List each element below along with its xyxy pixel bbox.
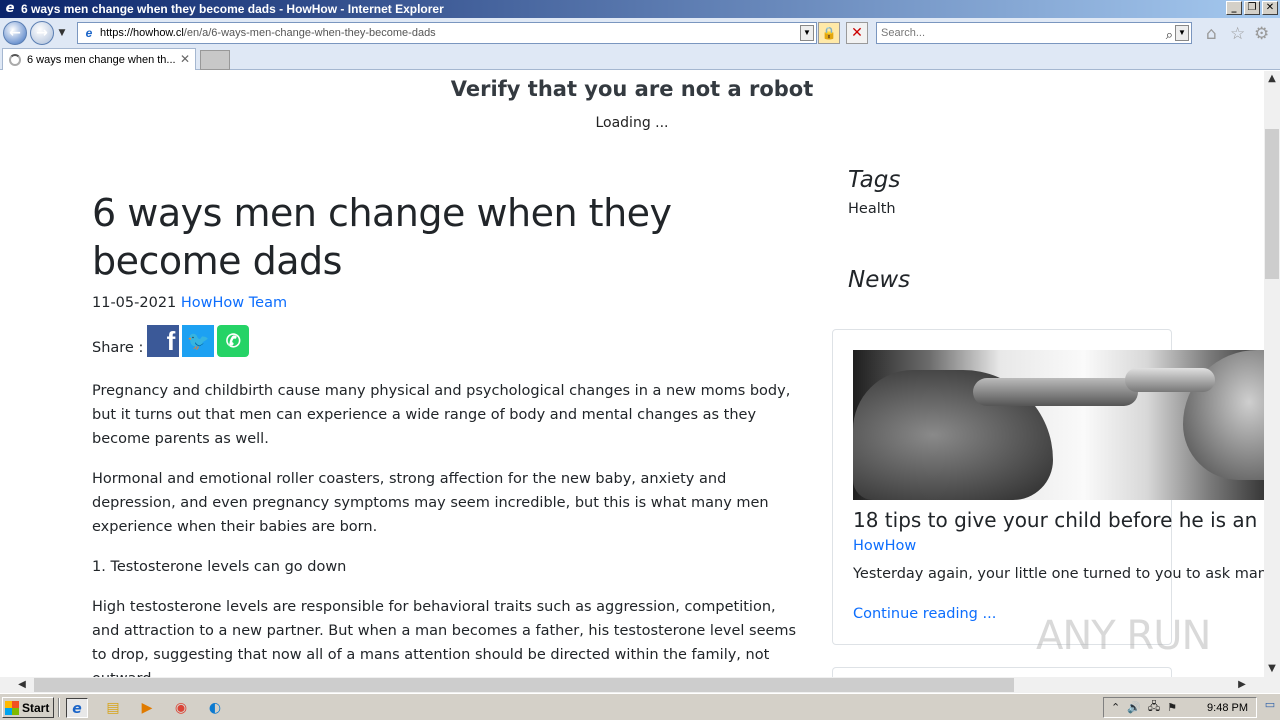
window-title: 6 ways men change when they become dads … [21, 2, 444, 16]
file-explorer-icon[interactable]: ▤ [102, 698, 124, 718]
gear-icon[interactable]: ⚙ [1254, 24, 1269, 44]
volume-icon[interactable]: 🔊 [1127, 701, 1141, 714]
taskbar-separator [58, 698, 60, 717]
article-subheading: 1. Testosterone levels can go down [92, 559, 347, 575]
article-meta: 11-05-2021 HowHow Team [92, 295, 804, 311]
stop-icon[interactable]: ✕ [846, 22, 868, 44]
finger-image-right [1125, 368, 1215, 392]
continue-reading-link[interactable]: Continue reading ... [853, 606, 996, 622]
arrow-left-icon: ← [9, 25, 21, 41]
news-card-next [832, 667, 1172, 677]
horizontal-scroll-thumb[interactable] [34, 678, 1014, 692]
tab-close-icon[interactable]: ✕ [180, 52, 190, 66]
share-label: Share : [92, 340, 144, 356]
restore-button[interactable]: ❐ [1244, 1, 1260, 15]
history-dropdown-icon[interactable]: ▼ [56, 28, 68, 38]
start-button[interactable]: Start [2, 697, 54, 718]
close-button[interactable]: ✕ [1262, 1, 1278, 15]
tray-expand-icon[interactable]: ⌃ [1111, 701, 1120, 714]
scrollbar-corner [1264, 677, 1280, 693]
url-path: /en/a/6-ways-men-change-when-they-become… [183, 27, 436, 39]
facebook-share-icon[interactable]: f [147, 325, 180, 357]
network-icon[interactable]: 🖧 [1148, 698, 1160, 717]
tab-label: 6 ways men change when th... [27, 53, 176, 66]
edge-icon[interactable]: ◐ [204, 698, 226, 718]
anyrun-watermark: ANY RUN [1036, 613, 1211, 659]
news-card-excerpt: Yesterday again, your little one turned … [853, 566, 1264, 582]
tab-active[interactable]: 6 ways men change when th... ✕ [2, 48, 196, 70]
news-card: 18 tips to give your child before he is … [832, 329, 1264, 645]
search-input[interactable]: Search... ⌕ ▼ [876, 22, 1192, 44]
tags-heading: Tags [848, 167, 901, 193]
new-tab-button[interactable] [200, 50, 230, 70]
horizontal-scrollbar[interactable]: ◀ ▶ [0, 677, 1264, 693]
search-dropdown-icon[interactable]: ▼ [1175, 25, 1189, 41]
news-card-author[interactable]: HowHow [853, 538, 916, 554]
article-date: 11-05-2021 [92, 295, 177, 311]
lock-icon[interactable]: 🔒 [818, 22, 840, 44]
vertical-scrollbar[interactable]: ▲ ▼ [1264, 71, 1280, 677]
article-paragraph: Hormonal and emotional roller coasters, … [92, 471, 769, 535]
page-viewport: Verify that you are not a robot Loading … [0, 71, 1264, 677]
twitter-share-icon[interactable]: 🐦 [182, 325, 215, 357]
scroll-up-icon[interactable]: ▲ [1264, 71, 1280, 87]
page-favicon-icon: e [85, 26, 93, 40]
address-dropdown-icon[interactable]: ▼ [800, 25, 814, 41]
search-placeholder: Search... [881, 27, 926, 39]
action-center-flag-icon[interactable]: ⚑ [1167, 701, 1177, 714]
news-card-title[interactable]: 18 tips to give your child before he is … [853, 508, 1264, 532]
share-bar: Share : f 🐦 ✆ [92, 325, 804, 357]
url-host: https://howhow.cl [100, 27, 184, 39]
home-icon[interactable]: ⌂ [1206, 24, 1217, 44]
news-card-image[interactable] [853, 350, 1264, 500]
ie-logo-icon: e [5, 1, 15, 16]
search-icon[interactable]: ⌕ [1166, 25, 1173, 45]
news-heading: News [848, 267, 911, 293]
article-paragraph: High testosterone levels are responsible… [92, 599, 797, 677]
vertical-scroll-thumb[interactable] [1265, 129, 1279, 279]
media-player-icon[interactable]: ▶ [136, 698, 158, 718]
system-tray: ⌃ 🔊 🖧 ⚑ 9:48 PM [1103, 697, 1257, 718]
navigation-bar: ← → ▼ e https://howhow.cl/en/a/6-ways-me… [0, 18, 1280, 48]
article-title: 6 ways men change when they become dads [92, 191, 672, 283]
chrome-icon[interactable]: ◉ [170, 698, 192, 718]
start-label: Start [22, 700, 50, 715]
tag-link[interactable]: Health [832, 201, 1264, 217]
scroll-down-icon[interactable]: ▼ [1264, 661, 1280, 677]
windows-logo-icon [5, 700, 19, 715]
internet-explorer-taskbar-icon[interactable]: e [66, 698, 88, 718]
article: 6 ways men change when they become dads … [92, 189, 804, 677]
whatsapp-share-icon[interactable]: ✆ [217, 325, 250, 357]
show-desktop-icon[interactable]: ▭ [1262, 698, 1278, 716]
article-paragraph: Pregnancy and childbirth cause many phys… [92, 383, 791, 447]
finger-image-left [973, 378, 1138, 406]
sidebar: Tags Health News 18 tips to give your ch… [832, 167, 1264, 677]
tab-bar: 6 ways men change when th... ✕ [0, 48, 1280, 70]
verify-heading: Verify that you are not a robot [450, 77, 814, 101]
forward-button[interactable]: → [30, 21, 54, 45]
scroll-right-icon[interactable]: ▶ [1234, 677, 1250, 693]
scroll-left-icon[interactable]: ◀ [14, 677, 30, 693]
clock[interactable]: 9:48 PM [1207, 702, 1248, 714]
verify-status: Loading ... [595, 115, 669, 131]
author-link[interactable]: HowHow Team [181, 295, 287, 311]
minimize-button[interactable]: _ [1226, 1, 1242, 15]
window-controls: _ ❐ ✕ [1226, 1, 1278, 15]
window-titlebar: e 6 ways men change when they become dad… [0, 0, 1280, 18]
loading-spinner-icon [9, 53, 21, 66]
favorites-star-icon[interactable]: ☆ [1230, 24, 1245, 44]
arrow-right-icon: → [36, 25, 48, 41]
taskbar: Start e ▤ ▶ ◉ ◐ ⌃ 🔊 🖧 ⚑ 9:48 PM ▭ [0, 693, 1280, 720]
back-button[interactable]: ← [3, 21, 27, 45]
address-bar[interactable]: e https://howhow.cl/en/a/6-ways-men-chan… [77, 22, 817, 44]
